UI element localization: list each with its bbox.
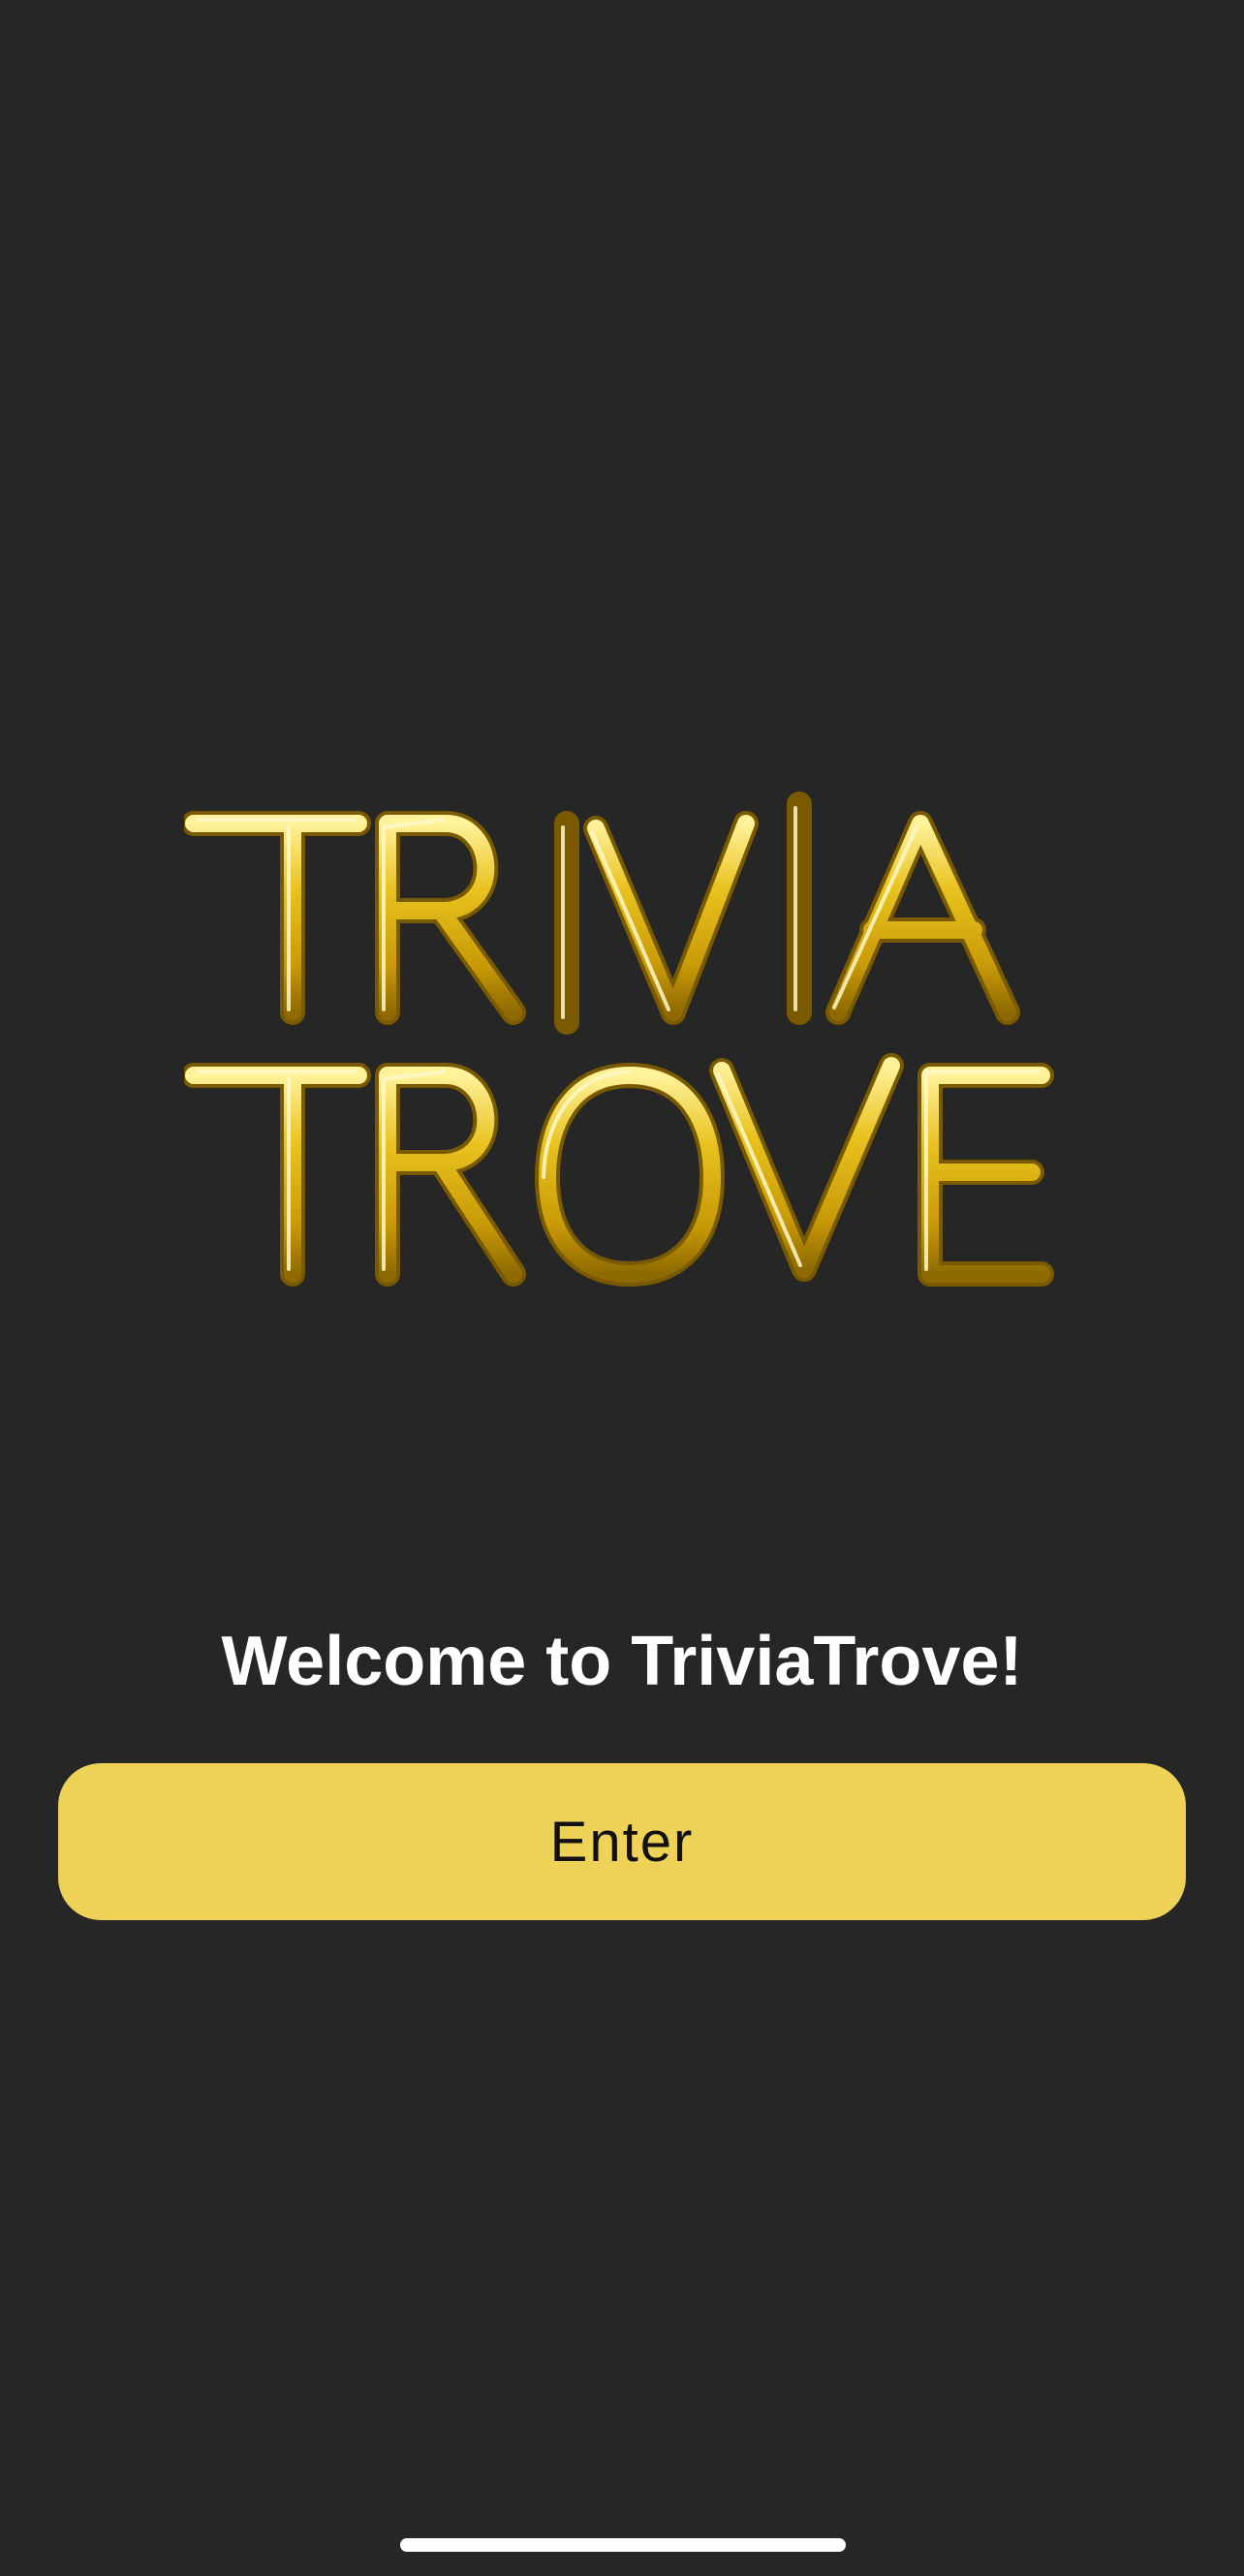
home-indicator[interactable] bbox=[400, 2538, 846, 2552]
welcome-heading: Welcome to TriviaTrove! bbox=[221, 1623, 1023, 1700]
enter-button[interactable]: Enter bbox=[58, 1763, 1186, 1920]
trivia-trove-logo bbox=[184, 785, 1075, 1288]
